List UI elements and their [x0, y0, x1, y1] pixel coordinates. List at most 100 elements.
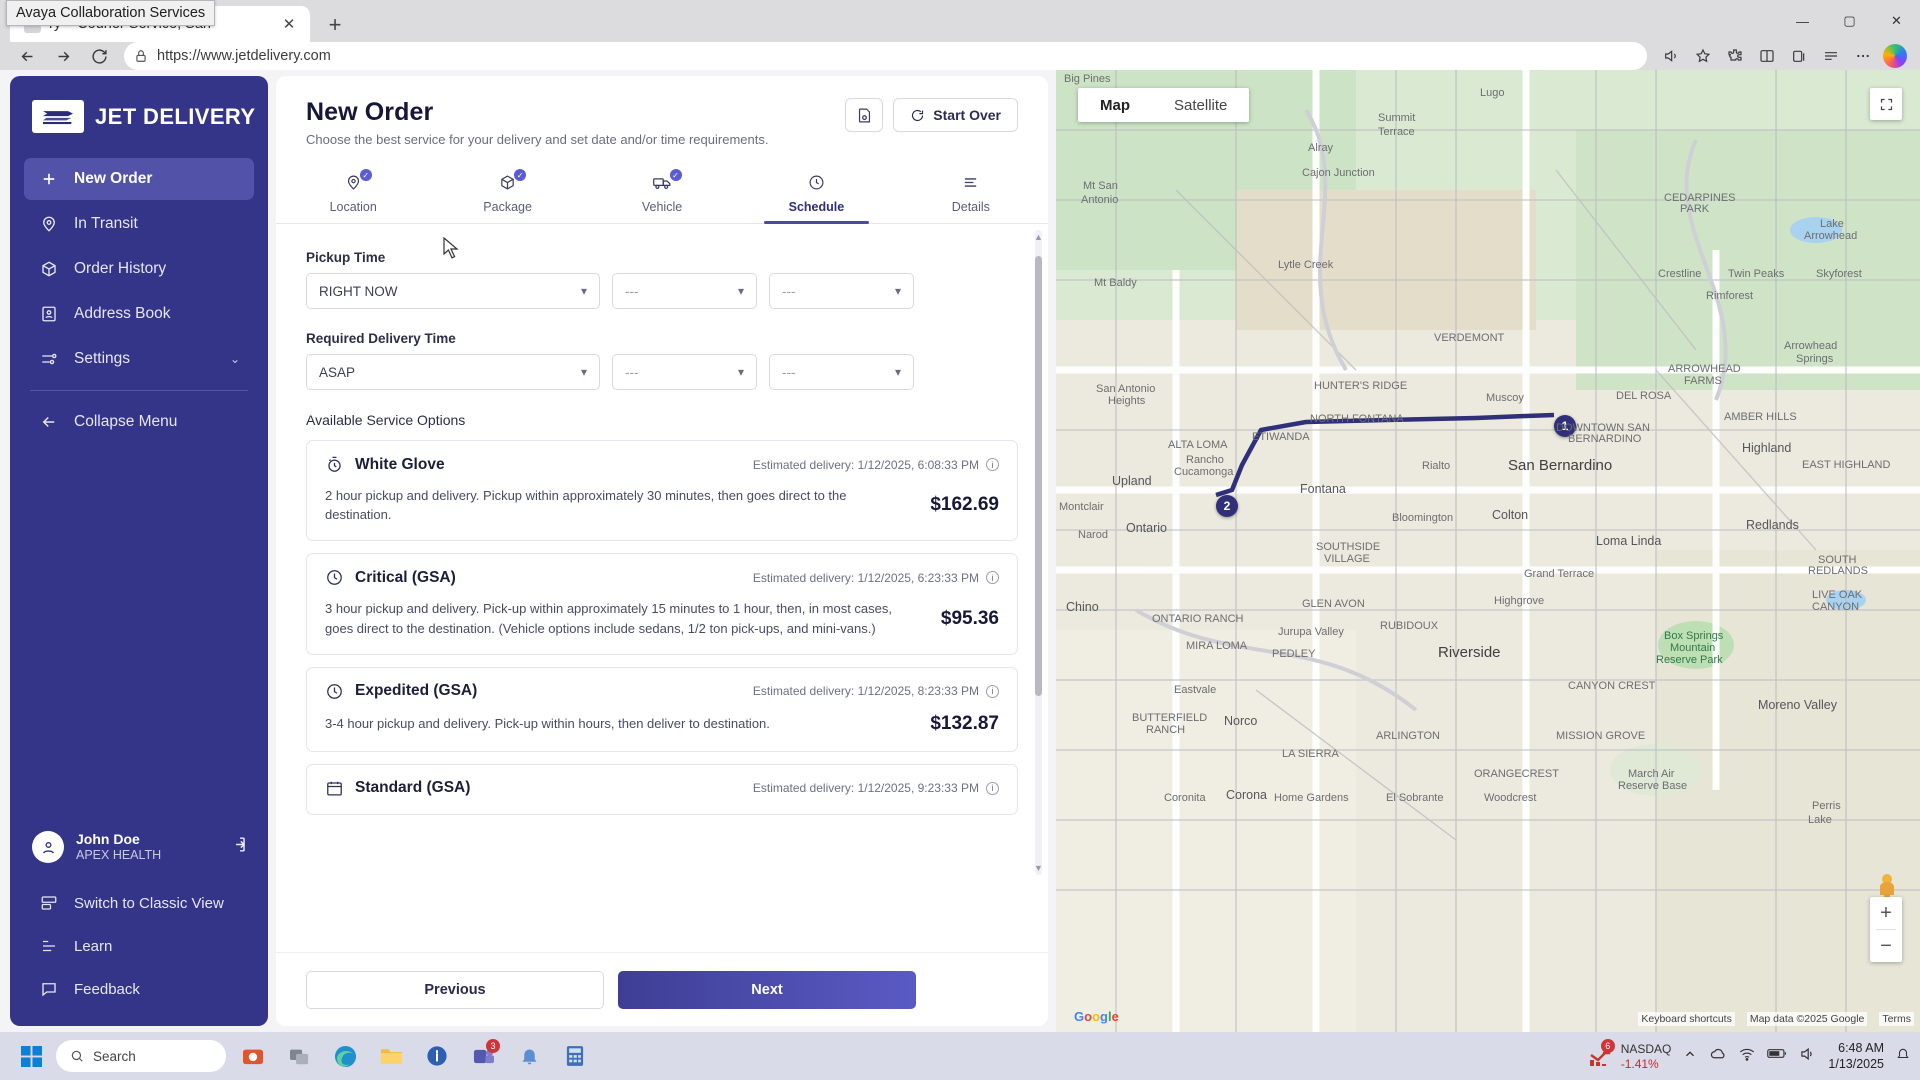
zoom-out-button[interactable]: − — [1870, 930, 1902, 962]
extensions-puzzle-icon[interactable] — [1719, 42, 1750, 70]
map-panel[interactable]: Map Satellite + − Google Keyboard shortc… — [1056, 70, 1920, 1032]
sidebar-nav: New Order In Transit Order History Addre… — [10, 155, 268, 446]
teams-icon[interactable]: 3 — [464, 1037, 502, 1075]
split-screen-icon[interactable] — [1751, 42, 1782, 70]
map-label: Lugo — [1480, 87, 1505, 99]
satellite-mode-button[interactable]: Satellite — [1152, 88, 1250, 122]
network-icon[interactable] — [1739, 1047, 1755, 1066]
clock[interactable]: 6:48 AM 1/13/2025 — [1828, 1040, 1884, 1073]
delivery-hour-select[interactable]: --- ▾ — [769, 354, 914, 390]
sidebar-item-collapse-menu[interactable]: Collapse Menu — [24, 401, 254, 443]
service-card[interactable]: Standard (GSA) Estimated delivery: 1/12/… — [306, 763, 1018, 815]
scroll-down-arrow-icon[interactable]: ▼ — [1034, 863, 1043, 873]
scroll-up-arrow-icon[interactable]: ▲ — [1034, 232, 1043, 242]
keyboard-shortcuts-link[interactable]: Keyboard shortcuts — [1638, 1012, 1735, 1026]
notification-app-icon[interactable] — [510, 1037, 548, 1075]
favorite-star-icon[interactable] — [1687, 42, 1718, 70]
edge-icon[interactable] — [326, 1037, 364, 1075]
map-marker-2[interactable]: 2 — [1216, 495, 1238, 517]
logout-icon[interactable] — [229, 835, 248, 859]
info-icon[interactable]: i — [986, 458, 999, 471]
file-explorer-icon[interactable] — [372, 1037, 410, 1075]
reload-icon[interactable] — [82, 42, 116, 70]
pickup-hour-select[interactable]: --- ▾ — [769, 273, 914, 309]
map-label: FARMS — [1684, 375, 1722, 387]
start-over-button[interactable]: Start Over — [893, 98, 1018, 132]
maximize-icon[interactable]: ▢ — [1826, 0, 1873, 42]
service-card[interactable]: Critical (GSA) Estimated delivery: 1/12/… — [306, 553, 1018, 655]
zoom-in-button[interactable]: + — [1870, 897, 1902, 929]
sidebar-item-address-book[interactable]: Address Book — [24, 293, 254, 335]
map-label: Rialto — [1422, 460, 1451, 472]
stock-change: -1.41% — [1620, 1056, 1659, 1071]
map-label: RANCH — [1146, 724, 1186, 736]
fullscreen-button[interactable] — [1870, 88, 1902, 120]
minimize-icon[interactable]: — — [1779, 0, 1826, 42]
show-hidden-icons-icon[interactable] — [1683, 1047, 1697, 1066]
tab-close-icon[interactable]: ✕ — [278, 13, 300, 35]
sidebar-item-settings[interactable]: Settings ⌄ — [24, 338, 254, 380]
tab-location[interactable]: ✓ Location — [276, 165, 430, 223]
address-bar[interactable]: https://www.jetdelivery.com — [124, 42, 1647, 70]
calculator-icon[interactable] — [556, 1037, 594, 1075]
save-draft-button[interactable] — [845, 98, 884, 132]
brand-name: JET DELIVERY — [95, 103, 256, 129]
tab-vehicle[interactable]: ✓ Vehicle — [585, 165, 739, 223]
tab-schedule[interactable]: Schedule — [739, 165, 893, 224]
more-settings-icon[interactable] — [1847, 42, 1878, 70]
lock-icon — [136, 50, 146, 62]
info-icon[interactable]: i — [986, 571, 999, 585]
browser-essentials-icon[interactable] — [1815, 42, 1846, 70]
onedrive-icon[interactable] — [1709, 1047, 1727, 1066]
delivery-time-select[interactable]: ASAP ▾ — [306, 354, 600, 390]
sidebar-item-switch-classic-view[interactable]: Switch to Classic View — [24, 883, 254, 923]
map-label: Box Springs — [1664, 630, 1724, 642]
page-body: JET DELIVERY New Order In Transit Order … — [0, 70, 1920, 1032]
pickup-time-select[interactable]: RIGHT NOW ▾ — [306, 273, 600, 309]
chevron-down-icon: ▾ — [737, 284, 744, 298]
zoom-controls[interactable]: + − — [1870, 897, 1902, 962]
start-icon[interactable] — [14, 1039, 48, 1073]
next-button[interactable]: Next — [618, 970, 916, 1009]
close-window-icon[interactable]: ✕ — [1873, 0, 1920, 42]
previous-button[interactable]: Previous — [306, 970, 604, 1009]
info-icon[interactable]: i — [986, 684, 999, 698]
camera-icon[interactable] — [234, 1037, 272, 1075]
pickup-date-select[interactable]: --- ▾ — [612, 273, 757, 309]
sidebar-item-in-transit[interactable]: In Transit — [24, 203, 254, 245]
battery-icon[interactable] — [1767, 1047, 1787, 1065]
back-icon[interactable] — [10, 42, 44, 70]
delivery-date-select[interactable]: --- ▾ — [612, 354, 757, 390]
forward-icon[interactable] — [46, 42, 80, 70]
sidebar-item-feedback[interactable]: Feedback — [24, 969, 254, 1009]
service-estimate-text: Estimated delivery: 1/12/2025, 6:23:33 P… — [752, 570, 979, 585]
step-complete-check-icon: ✓ — [359, 169, 372, 181]
user-box[interactable]: John Doe APEX HEALTH — [10, 831, 268, 864]
sidebar-item-order-history[interactable]: Order History — [24, 248, 254, 290]
service-name: Expedited (GSA) — [355, 682, 478, 700]
tab-package[interactable]: ✓ Package — [430, 165, 584, 223]
stock-widget[interactable]: 6 NASDAQ -1.41% — [1588, 1038, 1671, 1071]
collections-icon[interactable] — [1783, 42, 1814, 70]
sidebar-item-new-order[interactable]: New Order — [24, 158, 254, 200]
volume-icon[interactable] — [1799, 1047, 1816, 1066]
tab-details[interactable]: Details — [894, 165, 1048, 223]
notification-center-icon[interactable] — [1896, 1047, 1910, 1066]
map-label: Mountain — [1670, 642, 1716, 654]
sidebar-item-learn[interactable]: Learn — [24, 926, 254, 966]
scrollbar-thumb[interactable] — [1035, 256, 1042, 696]
search-input[interactable]: Search — [56, 1040, 226, 1072]
new-tab-button[interactable]: + — [318, 8, 352, 42]
map-type-toggle[interactable]: Map Satellite — [1078, 88, 1250, 122]
service-card[interactable]: Expedited (GSA) Estimated delivery: 1/12… — [306, 666, 1018, 752]
map-label: Riverside — [1438, 644, 1501, 661]
read-aloud-icon[interactable] — [1655, 42, 1686, 70]
task-view-icon[interactable] — [280, 1037, 318, 1075]
service-card[interactable]: White Glove Estimated delivery: 1/12/202… — [306, 440, 1018, 542]
copilot-icon[interactable] — [1879, 42, 1910, 70]
map-mode-button[interactable]: Map — [1078, 88, 1152, 122]
info-icon[interactable]: i — [986, 781, 999, 795]
vertical-scrollbar[interactable]: ▲ ▼ — [1034, 230, 1043, 875]
terms-link[interactable]: Terms — [1879, 1012, 1914, 1026]
info-app-icon[interactable] — [418, 1037, 456, 1075]
